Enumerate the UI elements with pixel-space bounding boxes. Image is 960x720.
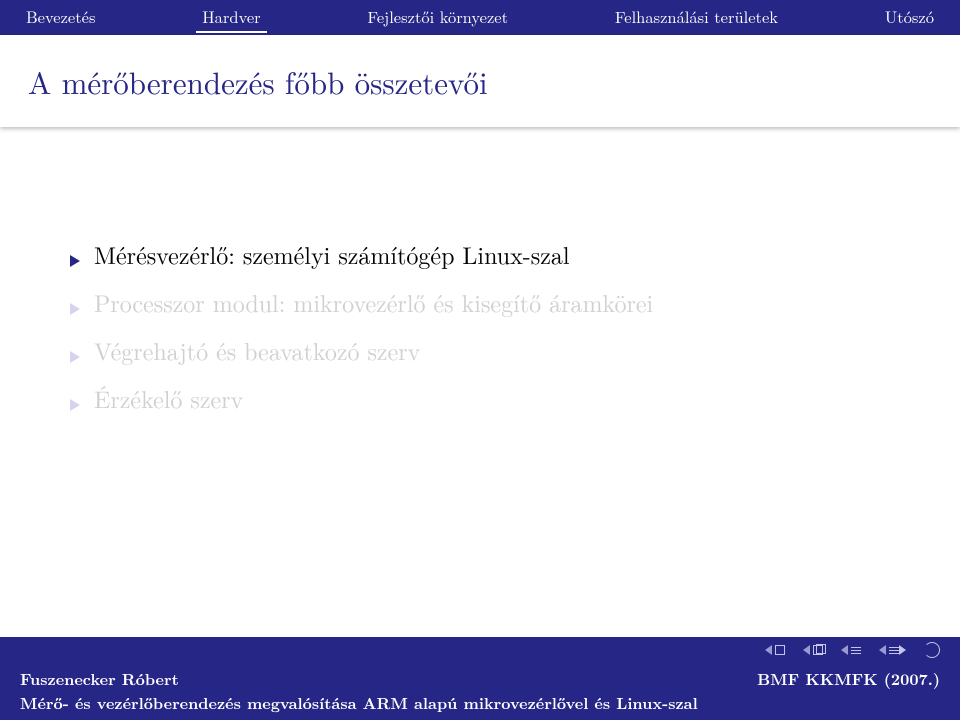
bullet-text: Processzor modul: mikrovezérlő és kisegí… xyxy=(94,285,653,319)
slide: Bevezetés Hardver Fejlesztői környezet F… xyxy=(0,0,960,720)
back-forward-button[interactable] xyxy=(924,642,940,658)
nav-item-hardver[interactable]: Hardver xyxy=(196,2,266,30)
footer-author: Fuszenecker Róbert xyxy=(20,667,179,690)
next-section-button[interactable] xyxy=(879,645,906,655)
frame-title: A mérőberendezés főbb összetevői xyxy=(0,35,960,127)
triangle-bullet-icon xyxy=(70,255,80,267)
footer-subtitle: Mérő- és vezérlőberendezés megvalósítása… xyxy=(0,690,960,720)
triangle-bullet-icon xyxy=(70,399,80,411)
section-nav: Bevezetés Hardver Fejlesztői környezet F… xyxy=(0,0,960,35)
prev-section-button[interactable] xyxy=(841,645,861,655)
nav-item-fejlesztoi[interactable]: Fejlesztői környezet xyxy=(361,2,514,30)
frame-body: Mérésvezérlő: személyi számítógép Linux-… xyxy=(0,127,960,637)
nav-item-bevezetes[interactable]: Bevezetés xyxy=(20,2,101,30)
nav-controls xyxy=(0,637,960,665)
nav-item-utoszo[interactable]: Utószó xyxy=(879,2,940,30)
bullet-item: Érzékelő szerv xyxy=(70,381,890,415)
bullet-item: Processzor modul: mikrovezérlő és kisegí… xyxy=(70,285,890,319)
nav-item-felhasznalasi[interactable]: Felhasználási területek xyxy=(609,2,784,30)
bullet-item: Végrehajtó és beavatkozó szerv xyxy=(70,333,890,367)
triangle-bullet-icon xyxy=(70,351,80,363)
bullet-text: Érzékelő szerv xyxy=(94,381,243,415)
next-slide-button[interactable] xyxy=(803,645,823,655)
loop-icon xyxy=(924,642,940,658)
frame-title-text: A mérőberendezés főbb összetevői xyxy=(28,59,488,103)
footer: Fuszenecker Róbert BMF KKMFK (2007.) Mér… xyxy=(0,637,960,720)
footer-institute: BMF KKMFK (2007.) xyxy=(757,667,940,690)
footer-bar: Fuszenecker Róbert BMF KKMFK (2007.) xyxy=(0,665,960,690)
triangle-bullet-icon xyxy=(70,303,80,315)
bullet-text: Végrehajtó és beavatkozó szerv xyxy=(94,333,420,367)
bullet-text: Mérésvezérlő: személyi számítógép Linux-… xyxy=(94,237,570,271)
prev-slide-button[interactable] xyxy=(765,645,785,655)
bullet-item: Mérésvezérlő: személyi számítógép Linux-… xyxy=(70,237,890,271)
